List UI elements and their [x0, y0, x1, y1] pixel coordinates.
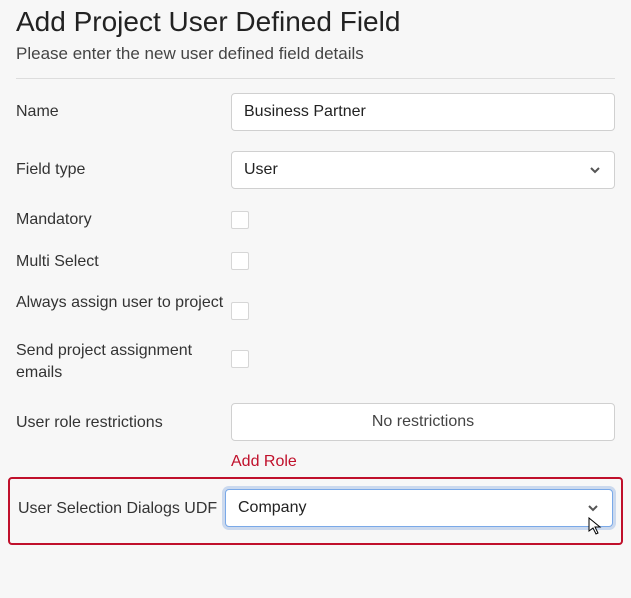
user-role-restrictions-box[interactable]: No restrictions: [231, 403, 615, 441]
divider: [16, 78, 615, 79]
user-selection-dialogs-select[interactable]: Company: [225, 489, 613, 527]
send-emails-label: Send project assignment emails: [16, 340, 231, 383]
field-type-label: Field type: [16, 159, 231, 181]
field-type-select[interactable]: User: [231, 151, 615, 189]
name-label: Name: [16, 101, 231, 123]
multi-select-label: Multi Select: [16, 251, 231, 273]
restrictions-text: No restrictions: [372, 413, 474, 431]
user-selection-dialogs-label: User Selection Dialogs UDF: [18, 498, 225, 520]
multi-select-checkbox[interactable]: [231, 252, 249, 270]
user-role-restrictions-label: User role restrictions: [16, 412, 231, 434]
always-assign-label: Always assign user to project: [16, 292, 231, 314]
field-type-value: User: [244, 161, 278, 179]
chevron-down-icon: [588, 163, 602, 177]
send-emails-checkbox[interactable]: [231, 350, 249, 368]
page-subtitle: Please enter the new user defined field …: [16, 44, 615, 64]
always-assign-checkbox[interactable]: [231, 302, 249, 320]
chevron-down-icon: [586, 501, 600, 515]
mandatory-label: Mandatory: [16, 209, 231, 231]
mandatory-checkbox[interactable]: [231, 211, 249, 229]
name-input[interactable]: [231, 93, 615, 131]
user-selection-highlight: User Selection Dialogs UDF Company: [8, 477, 623, 545]
cursor-icon: [588, 517, 604, 540]
add-role-link[interactable]: Add Role: [231, 453, 297, 471]
page-title: Add Project User Defined Field: [16, 6, 615, 38]
user-selection-value: Company: [238, 499, 306, 517]
